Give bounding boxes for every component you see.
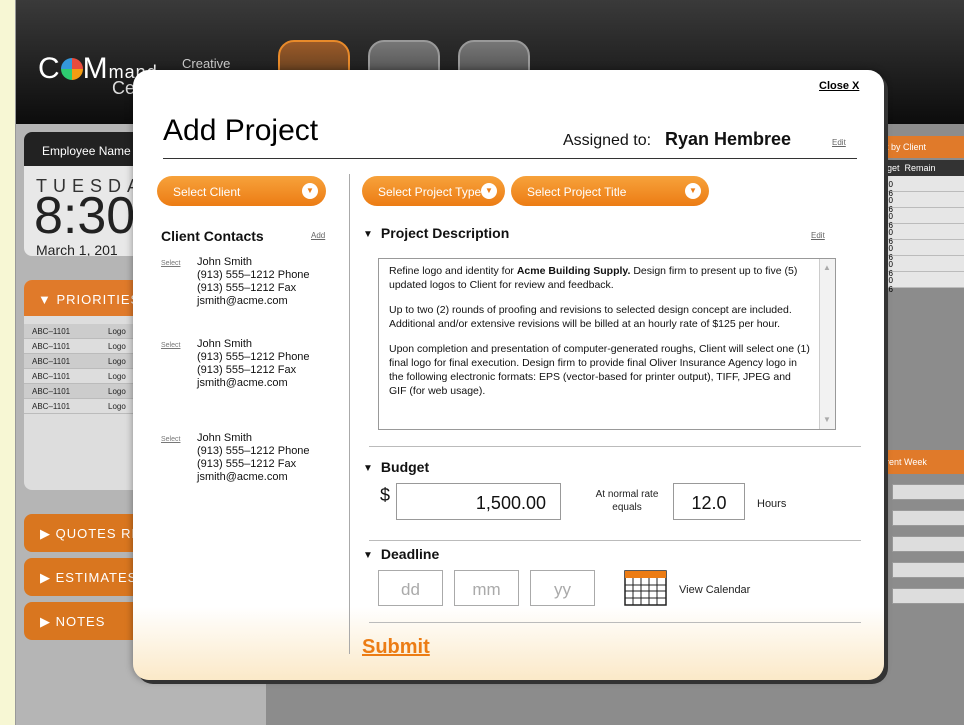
week-field	[892, 510, 964, 526]
contact-phone: (913) 555–1212 Phone	[197, 351, 310, 363]
column-divider	[349, 174, 350, 654]
select-contact-link[interactable]: Select	[161, 257, 180, 270]
section-divider	[369, 446, 861, 447]
contact-card: Select John Smith (913) 555–1212 Phone (…	[161, 338, 341, 390]
title-divider	[163, 158, 857, 159]
select-project-title-dropdown[interactable]: Select Project Title ▼	[511, 176, 709, 206]
scroll-up-icon[interactable]: ▲	[823, 261, 831, 275]
assigned-to-label: Assigned to:	[563, 132, 652, 149]
modal-title: Add Project	[163, 114, 319, 147]
contact-fax: (913) 555–1212 Fax	[197, 364, 297, 376]
client-contacts-title: Client Contacts	[161, 228, 264, 244]
hours-label: Hours	[757, 498, 787, 510]
submit-button[interactable]: Submit	[362, 636, 430, 659]
week-field	[892, 536, 964, 552]
section-divider	[369, 540, 861, 541]
contact-fax: (913) 555–1212 Fax	[197, 458, 297, 470]
assigned-to-name: Ryan Hembree	[665, 129, 792, 149]
contact-name: John Smith	[197, 256, 253, 268]
clock-time: 8:30	[34, 187, 136, 245]
chevron-down-icon: ▼	[685, 183, 701, 199]
contact-email: jsmith@acme.com	[197, 471, 288, 483]
description-scrollbar[interactable]: ▲ ▼	[819, 259, 835, 429]
project-description-textarea[interactable]: Refine logo and identity for Acme Buildi…	[378, 258, 836, 430]
hours-input[interactable]: 12.0	[673, 483, 745, 520]
budget-toggle[interactable]: Budget	[363, 459, 429, 475]
select-project-type-dropdown[interactable]: Select Project Type ▼	[362, 176, 505, 206]
add-project-modal: Close X Add Project Assigned to: Ryan He…	[133, 70, 884, 680]
budget-amount-input[interactable]: 1,500.00	[396, 483, 561, 520]
scroll-down-icon[interactable]: ▼	[823, 413, 831, 427]
contact-card: Select John Smith (913) 555–1212 Phone (…	[161, 256, 341, 308]
deadline-year-input[interactable]: yy	[530, 570, 595, 606]
contact-fax: (913) 555–1212 Fax	[197, 282, 297, 294]
add-contact-link[interactable]: Add	[311, 231, 325, 240]
contact-card: Select John Smith (913) 555–1212 Phone (…	[161, 432, 341, 484]
close-button[interactable]: Close X	[819, 80, 859, 92]
week-field	[892, 484, 964, 500]
week-field	[892, 562, 964, 578]
calendar-icon[interactable]	[624, 570, 667, 606]
chevron-down-icon: ▼	[302, 183, 318, 199]
edit-assignee-link[interactable]: Edit	[832, 138, 846, 147]
edit-description-link[interactable]: Edit	[811, 231, 825, 240]
contact-email: jsmith@acme.com	[197, 377, 288, 389]
contact-phone: (913) 555–1212 Phone	[197, 269, 310, 281]
deadline-month-input[interactable]: mm	[454, 570, 519, 606]
select-client-dropdown[interactable]: Select Client ▼	[157, 176, 326, 206]
rate-equals-label: At normal rate equals	[595, 489, 659, 513]
contact-phone: (913) 555–1212 Phone	[197, 445, 310, 457]
select-contact-link[interactable]: Select	[161, 433, 180, 446]
logo-subtitle-2: Ce	[112, 78, 136, 98]
clock-date: March 1, 201	[36, 242, 118, 256]
deadline-toggle[interactable]: Deadline	[363, 546, 439, 562]
project-description-toggle[interactable]: Project Description	[363, 225, 509, 241]
contact-email: jsmith@acme.com	[197, 295, 288, 307]
week-field	[892, 588, 964, 604]
deadline-day-input[interactable]: dd	[378, 570, 443, 606]
view-calendar-link[interactable]: View Calendar	[679, 584, 750, 596]
logo-subtitle: Creative	[182, 56, 231, 71]
section-divider	[369, 622, 861, 623]
contact-name: John Smith	[197, 432, 253, 444]
select-contact-link[interactable]: Select	[161, 339, 180, 352]
contact-name: John Smith	[197, 338, 253, 350]
currency-symbol: $	[380, 485, 391, 505]
chevron-down-icon: ▼	[481, 183, 497, 199]
